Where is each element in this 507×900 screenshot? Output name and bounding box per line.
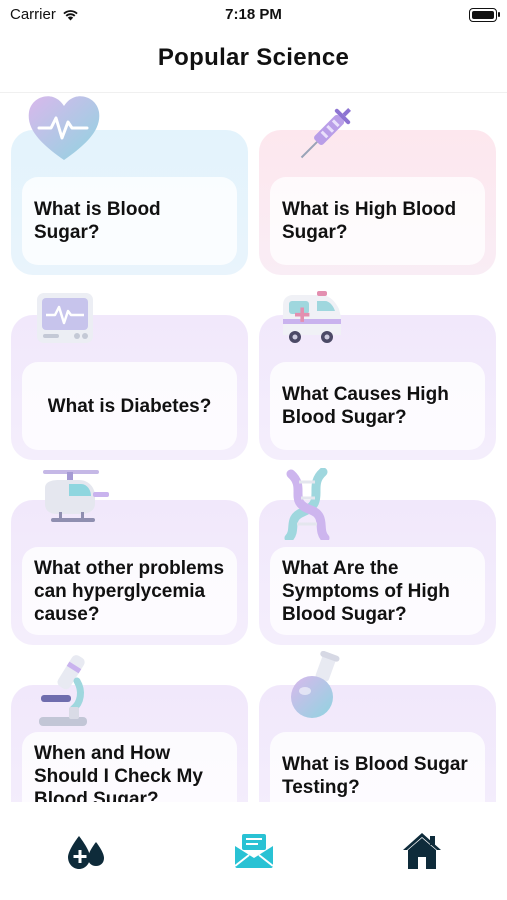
card-title: What is High Blood Sugar?	[282, 199, 457, 243]
card-what-is-blood-sugar[interactable]: What is Blood Sugar?	[11, 96, 248, 275]
ambulance-icon	[283, 291, 341, 343]
tab-home[interactable]	[392, 826, 452, 876]
card-title: What Causes High Blood Sugar?	[282, 384, 449, 428]
card-title: What is Blood Sugar?	[34, 199, 161, 243]
card-title: What Are the Symptoms of High Blood Suga…	[282, 557, 450, 625]
page-title: Popular Science	[157, 44, 350, 71]
tab-bar	[0, 802, 507, 900]
flask-icon	[291, 651, 340, 718]
card-title: When and How Should I Check My Blood Sug…	[34, 742, 203, 803]
microscope-icon	[39, 655, 87, 726]
blood-drops-icon	[68, 836, 104, 869]
battery-icon	[469, 8, 500, 22]
card-when-and-how-check[interactable]: When and How Should I Check My Blood Sug…	[11, 655, 248, 803]
dna-icon	[284, 468, 330, 540]
home-icon	[403, 833, 441, 869]
card-grid[interactable]: What is Blood Sugar? What is High Blood …	[0, 93, 507, 802]
mail-icon	[234, 834, 274, 868]
card-symptoms-of-high-blood-sugar[interactable]: What Are the Symptoms of High Blood Suga…	[259, 468, 496, 645]
card-title: What is Blood Sugar Testing?	[282, 754, 468, 798]
card-blood-sugar-testing[interactable]: What is Blood Sugar Testing?	[259, 651, 496, 802]
syringe-icon	[300, 108, 351, 159]
card-title: What other problems can hyperglycemia ca…	[34, 557, 225, 625]
status-bar: Carrier 7:18 PM	[0, 0, 507, 30]
card-what-other-problems[interactable]: What other problems can hyperglycemia ca…	[11, 470, 248, 645]
card-what-causes-high-blood-sugar[interactable]: What Causes High Blood Sugar?	[259, 291, 496, 460]
tab-popular-science[interactable]	[224, 826, 284, 876]
tab-blood-sugar[interactable]	[55, 826, 115, 876]
card-title: What is Diabetes?	[47, 395, 212, 417]
status-time: 7:18 PM	[225, 6, 282, 23]
monitor-icon	[37, 293, 93, 343]
card-what-is-diabetes[interactable]: What is Diabetes?	[11, 293, 248, 460]
helicopter-icon	[43, 470, 109, 522]
heart-monitor-icon	[28, 96, 100, 160]
card-what-is-high-blood-sugar[interactable]: What is High Blood Sugar?	[259, 108, 496, 275]
